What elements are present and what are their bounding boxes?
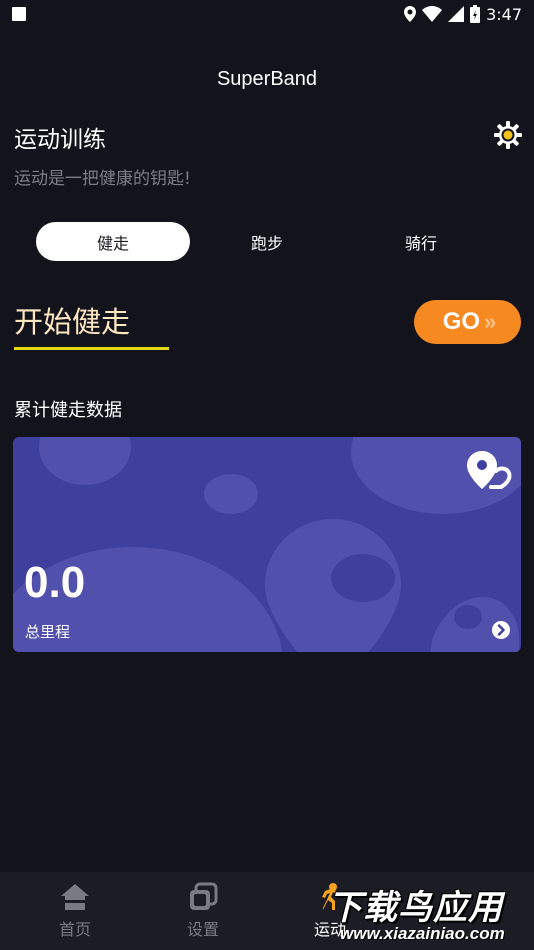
battery-icon xyxy=(470,5,481,23)
tab-walk[interactable]: 健走 xyxy=(36,222,190,261)
nav-label-settings: 设置 xyxy=(186,920,219,939)
nav-item-home[interactable]: 首页 xyxy=(15,872,135,950)
map-pin-icon xyxy=(467,451,512,489)
total-distance-label: 总里程 xyxy=(25,623,71,641)
wifi-icon xyxy=(422,6,443,22)
sport-tabs: 健走 跑步 骑行 xyxy=(36,222,496,262)
nav-item-settings[interactable]: 设置 xyxy=(143,872,263,950)
data-heading: 累计健走数据 xyxy=(14,400,122,421)
gear-icon[interactable] xyxy=(494,121,522,149)
tab-cycle[interactable]: 骑行 xyxy=(344,222,498,261)
chevron-right-icon[interactable] xyxy=(492,621,510,639)
section-subtitle: 运动是一把健康的钥匙! xyxy=(14,169,191,189)
watermark: 下载鸟应用 www.xiazainiao.com xyxy=(320,878,534,950)
settings-pages-icon xyxy=(190,882,218,910)
notification-icon xyxy=(12,7,26,21)
signal-icon xyxy=(448,6,465,22)
section-heading: 运动训练 xyxy=(14,127,106,153)
location-icon xyxy=(404,6,417,22)
total-distance-value: 0.0 xyxy=(24,558,86,607)
app-title: SuperBand xyxy=(216,68,318,90)
nav-label-home: 首页 xyxy=(58,920,91,939)
watermark-url: www.xiazainiao.com xyxy=(340,924,505,943)
card-decoration xyxy=(13,437,521,652)
tab-run[interactable]: 跑步 xyxy=(190,222,344,261)
go-label: GO xyxy=(442,308,481,335)
start-underline xyxy=(14,347,169,350)
start-title: 开始健走 xyxy=(14,305,131,339)
double-chevron-right-icon: » xyxy=(484,309,496,334)
go-button[interactable]: GO » xyxy=(414,300,521,344)
watermark-title: 下载鸟应用 xyxy=(328,888,503,928)
home-icon xyxy=(61,884,89,910)
total-distance-card[interactable]: 0.0 总里程 xyxy=(13,437,521,652)
clock: 3:47 xyxy=(486,4,522,24)
status-bar: 3:47 xyxy=(0,0,534,28)
status-right: 3:47 xyxy=(404,5,522,24)
